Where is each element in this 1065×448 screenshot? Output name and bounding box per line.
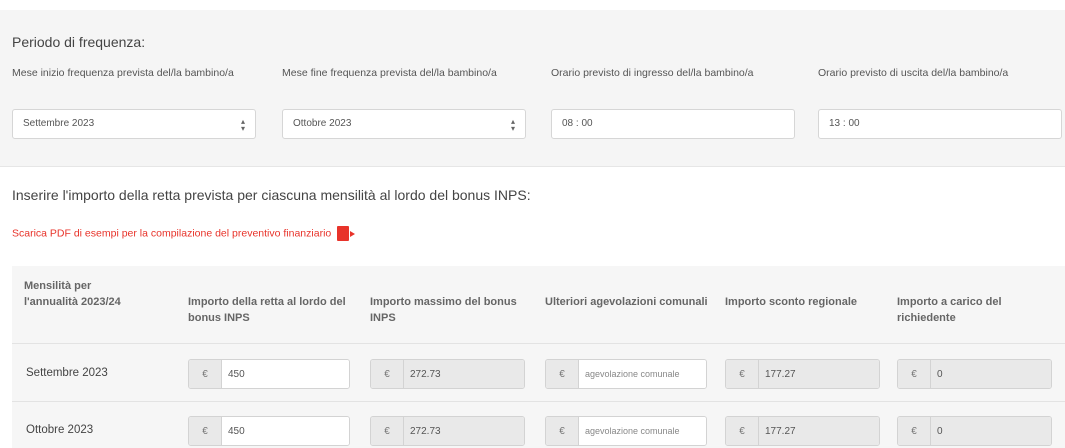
- pdf-link-text: Scarica PDF di esempi per la compilazion…: [12, 227, 332, 240]
- euro-addon: €: [189, 417, 222, 445]
- start-month-select[interactable]: Settembre 2023 ▴ ▾: [12, 109, 256, 139]
- header-agevolazioni: Ulteriori agevolazioni comunali: [545, 296, 708, 308]
- period-section: Periodo di frequenza: Mese inizio freque…: [0, 10, 1065, 167]
- header-month: Mensilità per l'annualità 2023/24: [24, 280, 121, 308]
- retta-value: 450: [222, 417, 349, 445]
- start-month-value: Settembre 2023: [23, 118, 95, 129]
- euro-addon: €: [898, 417, 931, 445]
- header-bonus: Importo massimo del bonus INPS: [370, 296, 517, 324]
- fees-instructions: Inserire l'importo della retta prevista …: [12, 187, 531, 203]
- euro-addon: €: [371, 360, 404, 388]
- entry-time-input[interactable]: 08 : 00: [551, 109, 795, 139]
- retta-value: 450: [222, 360, 349, 388]
- header-retta: Importo della retta al lordo del bonus I…: [188, 296, 346, 324]
- end-month-value: Ottobre 2023: [293, 118, 352, 129]
- start-month-label: Mese inizio frequenza prevista del/la ba…: [12, 67, 234, 79]
- sconto-value: 177.27: [759, 417, 879, 445]
- exit-time-input[interactable]: 13 : 00: [818, 109, 1062, 139]
- row-month-label: Ottobre 2023: [26, 424, 94, 436]
- agevolazioni-input[interactable]: € agevolazione comunale: [545, 359, 707, 389]
- euro-addon: €: [726, 360, 759, 388]
- sconto-field: € 177.27: [725, 359, 880, 389]
- bonus-value: 272.73: [404, 417, 524, 445]
- row-month-label: Settembre 2023: [26, 367, 108, 379]
- carico-field: € 0: [897, 359, 1052, 389]
- bonus-field: € 272.73: [370, 359, 525, 389]
- pdf-download-icon[interactable]: [337, 226, 356, 241]
- carico-value: 0: [931, 417, 1051, 445]
- agevolazioni-placeholder: agevolazione comunale: [579, 360, 706, 388]
- sconto-field: € 177.27: [725, 416, 880, 446]
- period-title: Periodo di frequenza:: [12, 34, 146, 50]
- form-panel: Periodo di frequenza: Mese inizio freque…: [0, 0, 1065, 448]
- sconto-value: 177.27: [759, 360, 879, 388]
- carico-field: € 0: [897, 416, 1052, 446]
- bonus-field: € 272.73: [370, 416, 525, 446]
- bonus-value: 272.73: [404, 360, 524, 388]
- row-divider: [12, 401, 1065, 402]
- exit-time-label: Orario previsto di uscita del/la bambino…: [818, 67, 1009, 79]
- row-divider: [12, 343, 1065, 344]
- end-month-label: Mese fine frequenza prevista del/la bamb…: [282, 67, 497, 79]
- euro-addon: €: [371, 417, 404, 445]
- euro-addon: €: [546, 417, 579, 445]
- retta-input[interactable]: € 450: [188, 359, 350, 389]
- header-carico: Importo a carico del richiedente: [897, 296, 1002, 324]
- entry-time-label: Orario previsto di ingresso del/la bambi…: [551, 67, 754, 79]
- end-month-select[interactable]: Ottobre 2023 ▴ ▾: [282, 109, 526, 139]
- agevolazioni-input[interactable]: € agevolazione comunale: [545, 416, 707, 446]
- euro-addon: €: [898, 360, 931, 388]
- carico-value: 0: [931, 360, 1051, 388]
- pdf-examples-link[interactable]: Scarica PDF di esempi per la compilazion…: [12, 226, 356, 241]
- select-arrows-icon: ▴ ▾: [510, 117, 515, 133]
- header-sconto: Importo sconto regionale: [725, 296, 858, 308]
- euro-addon: €: [189, 360, 222, 388]
- euro-addon: €: [726, 417, 759, 445]
- euro-addon: €: [546, 360, 579, 388]
- select-arrows-icon: ▴ ▾: [240, 117, 245, 133]
- agevolazioni-placeholder: agevolazione comunale: [579, 417, 706, 445]
- retta-input[interactable]: € 450: [188, 416, 350, 446]
- fees-table: Mensilità per l'annualità 2023/24 Import…: [12, 266, 1065, 448]
